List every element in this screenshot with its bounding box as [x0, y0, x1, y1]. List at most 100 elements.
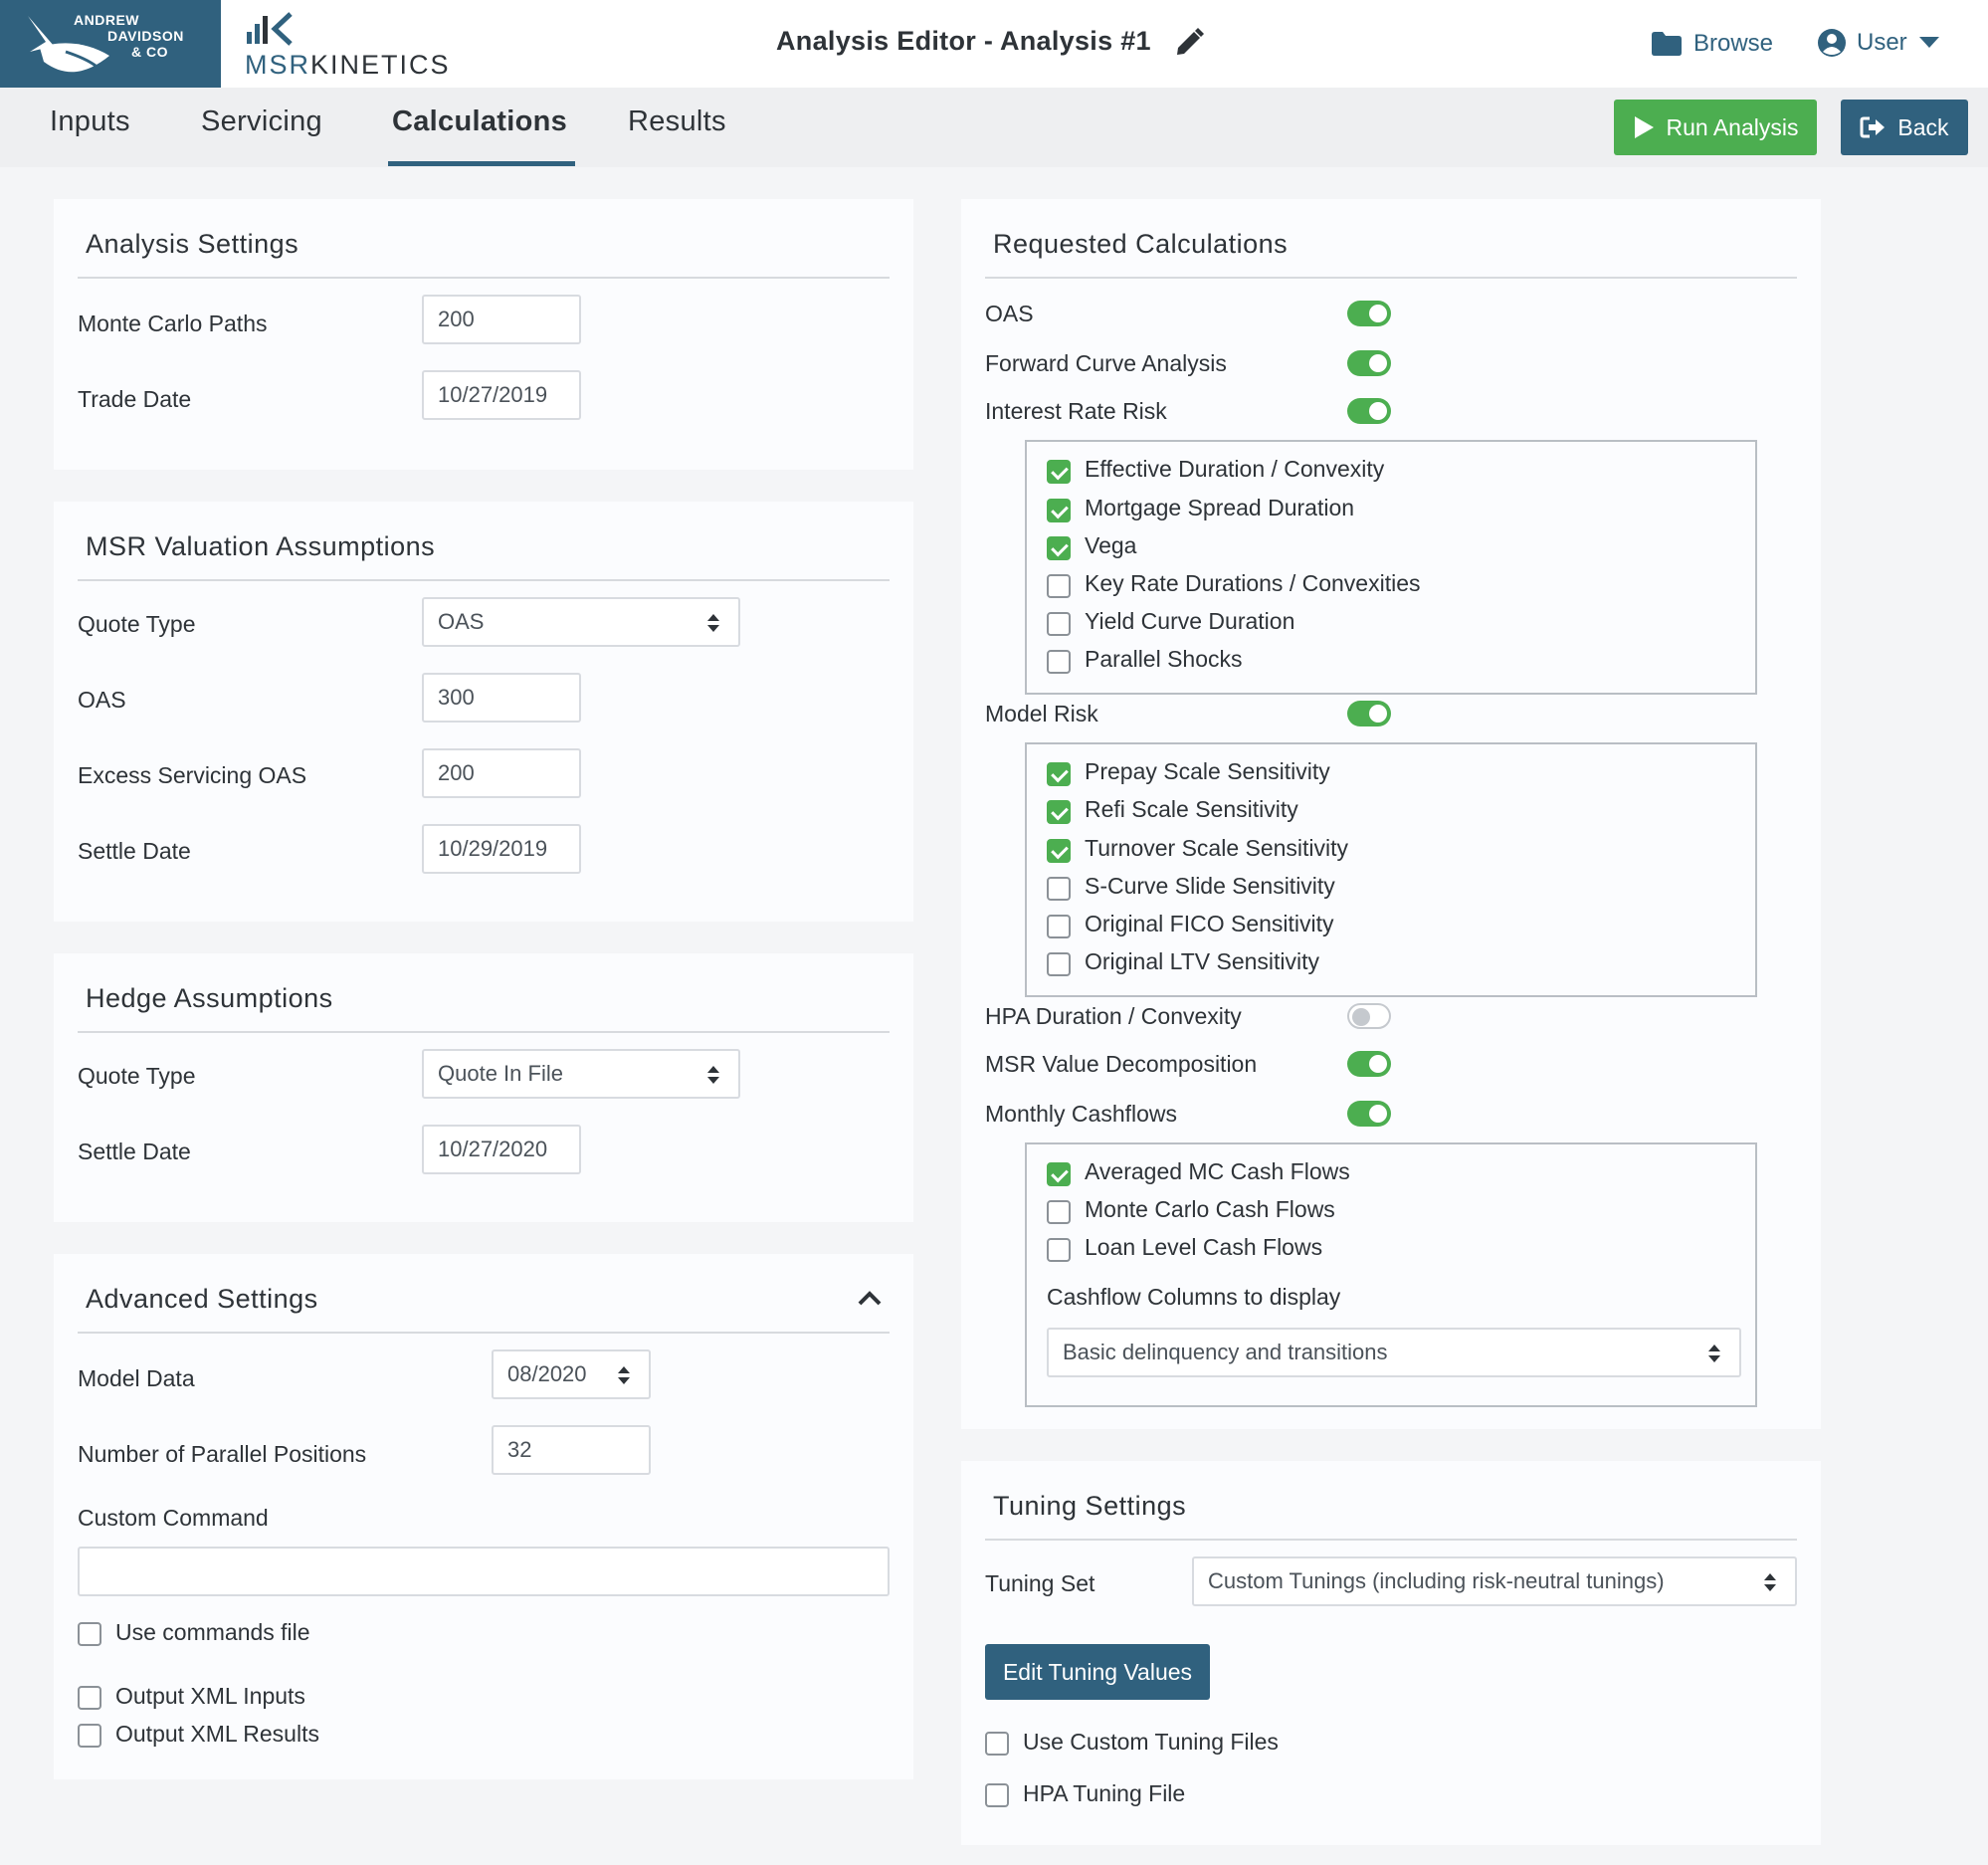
panel-title: Tuning Settings — [993, 1491, 1187, 1521]
tab-results[interactable]: Results — [628, 105, 726, 138]
select-arrows-icon — [707, 1066, 719, 1084]
company-name-line: ANDREW — [74, 12, 139, 28]
browse-button[interactable]: Browse — [1652, 26, 1773, 62]
panel-title: Analysis Settings — [86, 229, 299, 259]
original-fico-checkbox[interactable] — [1047, 915, 1071, 938]
prepay-scale-checkbox[interactable] — [1047, 762, 1071, 786]
parallel-positions-input[interactable]: 32 — [492, 1425, 651, 1475]
tab-inputs[interactable]: Inputs — [50, 105, 130, 138]
loan-level-cash-flows-label: Loan Level Cash Flows — [1085, 1234, 1323, 1260]
use-custom-tuning-files-checkbox[interactable] — [985, 1732, 1009, 1756]
hpa-duration-label: HPA Duration / Convexity — [985, 1003, 1242, 1029]
use-commands-file-checkbox[interactable] — [78, 1622, 101, 1646]
mortgage-spread-duration-checkbox[interactable] — [1047, 499, 1071, 522]
divider — [78, 1031, 890, 1033]
effective-duration-label: Effective Duration / Convexity — [1085, 456, 1385, 482]
divider — [78, 579, 890, 581]
cashflow-options: Averaged MC Cash Flows Monte Carlo Cash … — [1025, 1142, 1757, 1407]
model-risk-toggle[interactable] — [1347, 701, 1391, 726]
product-logo: MSRKINETICS — [245, 12, 449, 80]
original-fico-label: Original FICO Sensitivity — [1085, 911, 1334, 936]
cashflow-columns-label: Cashflow Columns to display — [1047, 1284, 1341, 1310]
trade-date-input[interactable]: 10/27/2019 — [422, 370, 581, 420]
panel-title: Requested Calculations — [993, 229, 1289, 259]
mortgage-spread-duration-label: Mortgage Spread Duration — [1085, 495, 1355, 520]
hedge-quote-type-label: Quote Type — [78, 1063, 196, 1089]
interest-rate-risk-options: Effective Duration / Convexity Mortgage … — [1025, 440, 1757, 695]
effective-duration-checkbox[interactable] — [1047, 460, 1071, 484]
caret-down-icon — [1918, 37, 1939, 48]
s-curve-slide-checkbox[interactable] — [1047, 877, 1071, 901]
oas-input[interactable]: 300 — [422, 673, 581, 723]
excess-servicing-oas-input[interactable]: 200 — [422, 748, 581, 798]
hedge-quote-type-select[interactable]: Quote In File — [422, 1049, 740, 1099]
tab-calculations[interactable]: Calculations — [392, 105, 567, 138]
hedge-quote-type-value: Quote In File — [438, 1061, 563, 1086]
quote-type-value: OAS — [438, 609, 485, 634]
oas-calc-label: OAS — [985, 301, 1034, 326]
interest-rate-risk-label: Interest Rate Risk — [985, 398, 1167, 424]
refi-scale-checkbox[interactable] — [1047, 800, 1071, 824]
oas-toggle[interactable] — [1347, 301, 1391, 326]
hpa-duration-toggle[interactable] — [1347, 1003, 1391, 1029]
chevron-up-icon[interactable] — [858, 1290, 882, 1306]
averaged-mc-cash-flows-label: Averaged MC Cash Flows — [1085, 1158, 1350, 1184]
parallel-shocks-checkbox[interactable] — [1047, 650, 1071, 674]
user-label: User — [1857, 29, 1907, 56]
divider — [985, 277, 1797, 279]
monte-carlo-paths-input[interactable]: 200 — [422, 295, 581, 344]
parallel-shocks-label: Parallel Shocks — [1085, 646, 1243, 672]
output-xml-inputs-checkbox[interactable] — [78, 1686, 101, 1710]
vega-checkbox[interactable] — [1047, 536, 1071, 560]
turnover-scale-checkbox[interactable] — [1047, 839, 1071, 863]
run-analysis-button[interactable]: Run Analysis — [1614, 100, 1817, 155]
edit-tuning-values-button[interactable]: Edit Tuning Values — [985, 1644, 1210, 1700]
output-xml-results-checkbox[interactable] — [78, 1724, 101, 1748]
loan-level-cash-flows-checkbox[interactable] — [1047, 1238, 1071, 1262]
msr-value-decomposition-toggle[interactable] — [1347, 1051, 1391, 1077]
cashflow-columns-select[interactable]: Basic delinquency and transitions — [1047, 1328, 1741, 1377]
settle-date-input[interactable]: 10/29/2019 — [422, 824, 581, 874]
custom-command-input[interactable] — [78, 1547, 890, 1596]
monthly-cashflows-toggle[interactable] — [1347, 1101, 1391, 1127]
folder-icon — [1652, 32, 1682, 56]
use-commands-file-label: Use commands file — [115, 1619, 310, 1645]
yield-curve-duration-checkbox[interactable] — [1047, 612, 1071, 636]
tuning-set-select[interactable]: Custom Tunings (including risk-neutral t… — [1192, 1556, 1797, 1606]
quote-type-select[interactable]: OAS — [422, 597, 740, 647]
monte-carlo-paths-label: Monte Carlo Paths — [78, 311, 268, 336]
forward-curve-toggle[interactable] — [1347, 350, 1391, 376]
quote-type-label: Quote Type — [78, 611, 196, 637]
sign-out-icon — [1860, 116, 1886, 138]
original-ltv-checkbox[interactable] — [1047, 952, 1071, 976]
prepay-scale-label: Prepay Scale Sensitivity — [1085, 758, 1330, 784]
use-custom-tuning-files-label: Use Custom Tuning Files — [1023, 1729, 1279, 1755]
output-xml-results-label: Output XML Results — [115, 1721, 319, 1747]
tab-servicing[interactable]: Servicing — [201, 105, 322, 138]
trade-date-label: Trade Date — [78, 386, 192, 412]
interest-rate-risk-toggle[interactable] — [1347, 398, 1391, 424]
cashflow-columns-value: Basic delinquency and transitions — [1063, 1340, 1388, 1364]
panel-title: MSR Valuation Assumptions — [86, 531, 436, 561]
hedge-settle-date-input[interactable]: 10/27/2020 — [422, 1125, 581, 1174]
select-arrows-icon — [1764, 1573, 1776, 1591]
averaged-mc-cash-flows-checkbox[interactable] — [1047, 1162, 1071, 1186]
key-rate-durations-label: Key Rate Durations / Convexities — [1085, 570, 1421, 596]
product-name-suffix: KINETICS — [310, 50, 451, 80]
model-data-select[interactable]: 08/2020 — [492, 1349, 651, 1399]
hpa-tuning-file-checkbox[interactable] — [985, 1783, 1009, 1807]
company-logo: ANDREW DAVIDSON & CO — [0, 0, 221, 88]
model-risk-options: Prepay Scale Sensitivity Refi Scale Sens… — [1025, 742, 1757, 997]
company-name: ANDREW DAVIDSON & CO — [74, 12, 213, 60]
key-rate-durations-checkbox[interactable] — [1047, 574, 1071, 598]
excess-servicing-oas-label: Excess Servicing OAS — [78, 762, 307, 788]
company-name-line: & CO — [131, 44, 168, 60]
company-name-line: DAVIDSON — [107, 28, 184, 44]
monte-carlo-cash-flows-checkbox[interactable] — [1047, 1200, 1071, 1224]
forward-curve-label: Forward Curve Analysis — [985, 350, 1227, 376]
back-button[interactable]: Back — [1841, 100, 1968, 155]
model-risk-label: Model Risk — [985, 701, 1098, 726]
edit-pencil-icon[interactable] — [1174, 28, 1204, 58]
user-menu[interactable]: User — [1817, 24, 1939, 62]
hpa-tuning-file-label: HPA Tuning File — [1023, 1780, 1186, 1806]
